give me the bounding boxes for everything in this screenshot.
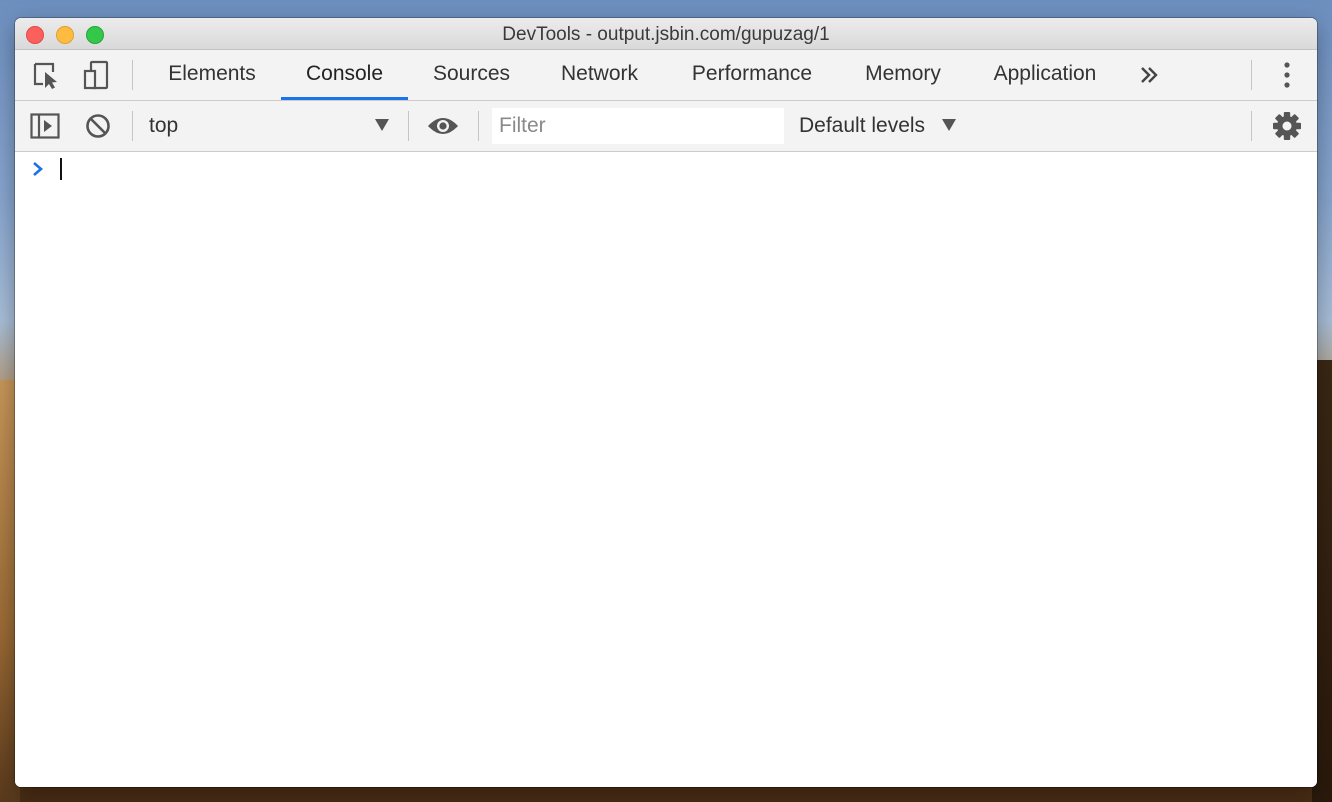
tab-performance[interactable]: Performance [677,50,827,100]
execution-context-selector[interactable]: top [149,114,178,138]
inspect-element-icon[interactable] [33,62,61,90]
toolbar-divider [478,111,479,141]
tab-sources[interactable]: Sources [419,50,524,100]
tab-memory[interactable]: Memory [851,50,955,100]
levels-dropdown-arrow-icon[interactable] [942,119,956,131]
kebab-menu-icon[interactable] [1281,61,1293,89]
context-dropdown-arrow-icon[interactable] [375,119,389,131]
toolbar-divider [408,111,409,141]
active-tab-indicator [281,97,408,100]
log-levels-dropdown[interactable]: Default levels [799,114,925,138]
tab-elements[interactable]: Elements [155,50,269,100]
console-input-caret[interactable] [60,158,62,180]
toolbar-divider-right [1251,111,1252,141]
live-expression-icon[interactable] [427,116,459,136]
window-title: DevTools - output.jsbin.com/gupuzag/1 [502,24,830,45]
console-toolbar: top Default levels [15,101,1317,152]
console-output-area[interactable] [15,152,1317,787]
tab-application[interactable]: Application [979,50,1111,100]
more-tabs-icon[interactable] [1139,65,1159,85]
panel-tab-bar: Elements Console Sources Network Perform… [15,50,1317,101]
title-bar[interactable]: DevTools - output.jsbin.com/gupuzag/1 [15,18,1317,50]
tab-console[interactable]: Console [281,50,408,100]
console-sidebar-icon[interactable] [30,113,60,139]
console-filter-input[interactable] [492,108,784,144]
settings-gear-icon[interactable] [1272,111,1302,141]
devtools-window: DevTools - output.jsbin.com/gupuzag/1 El… [15,18,1317,787]
tabbar-divider [132,60,133,90]
tab-network[interactable]: Network [547,50,652,100]
console-prompt-chevron-icon [32,161,44,182]
clear-console-icon[interactable] [85,113,111,139]
device-toolbar-icon[interactable] [83,60,111,90]
toolbar-divider [132,111,133,141]
tabbar-divider-right [1251,60,1252,90]
